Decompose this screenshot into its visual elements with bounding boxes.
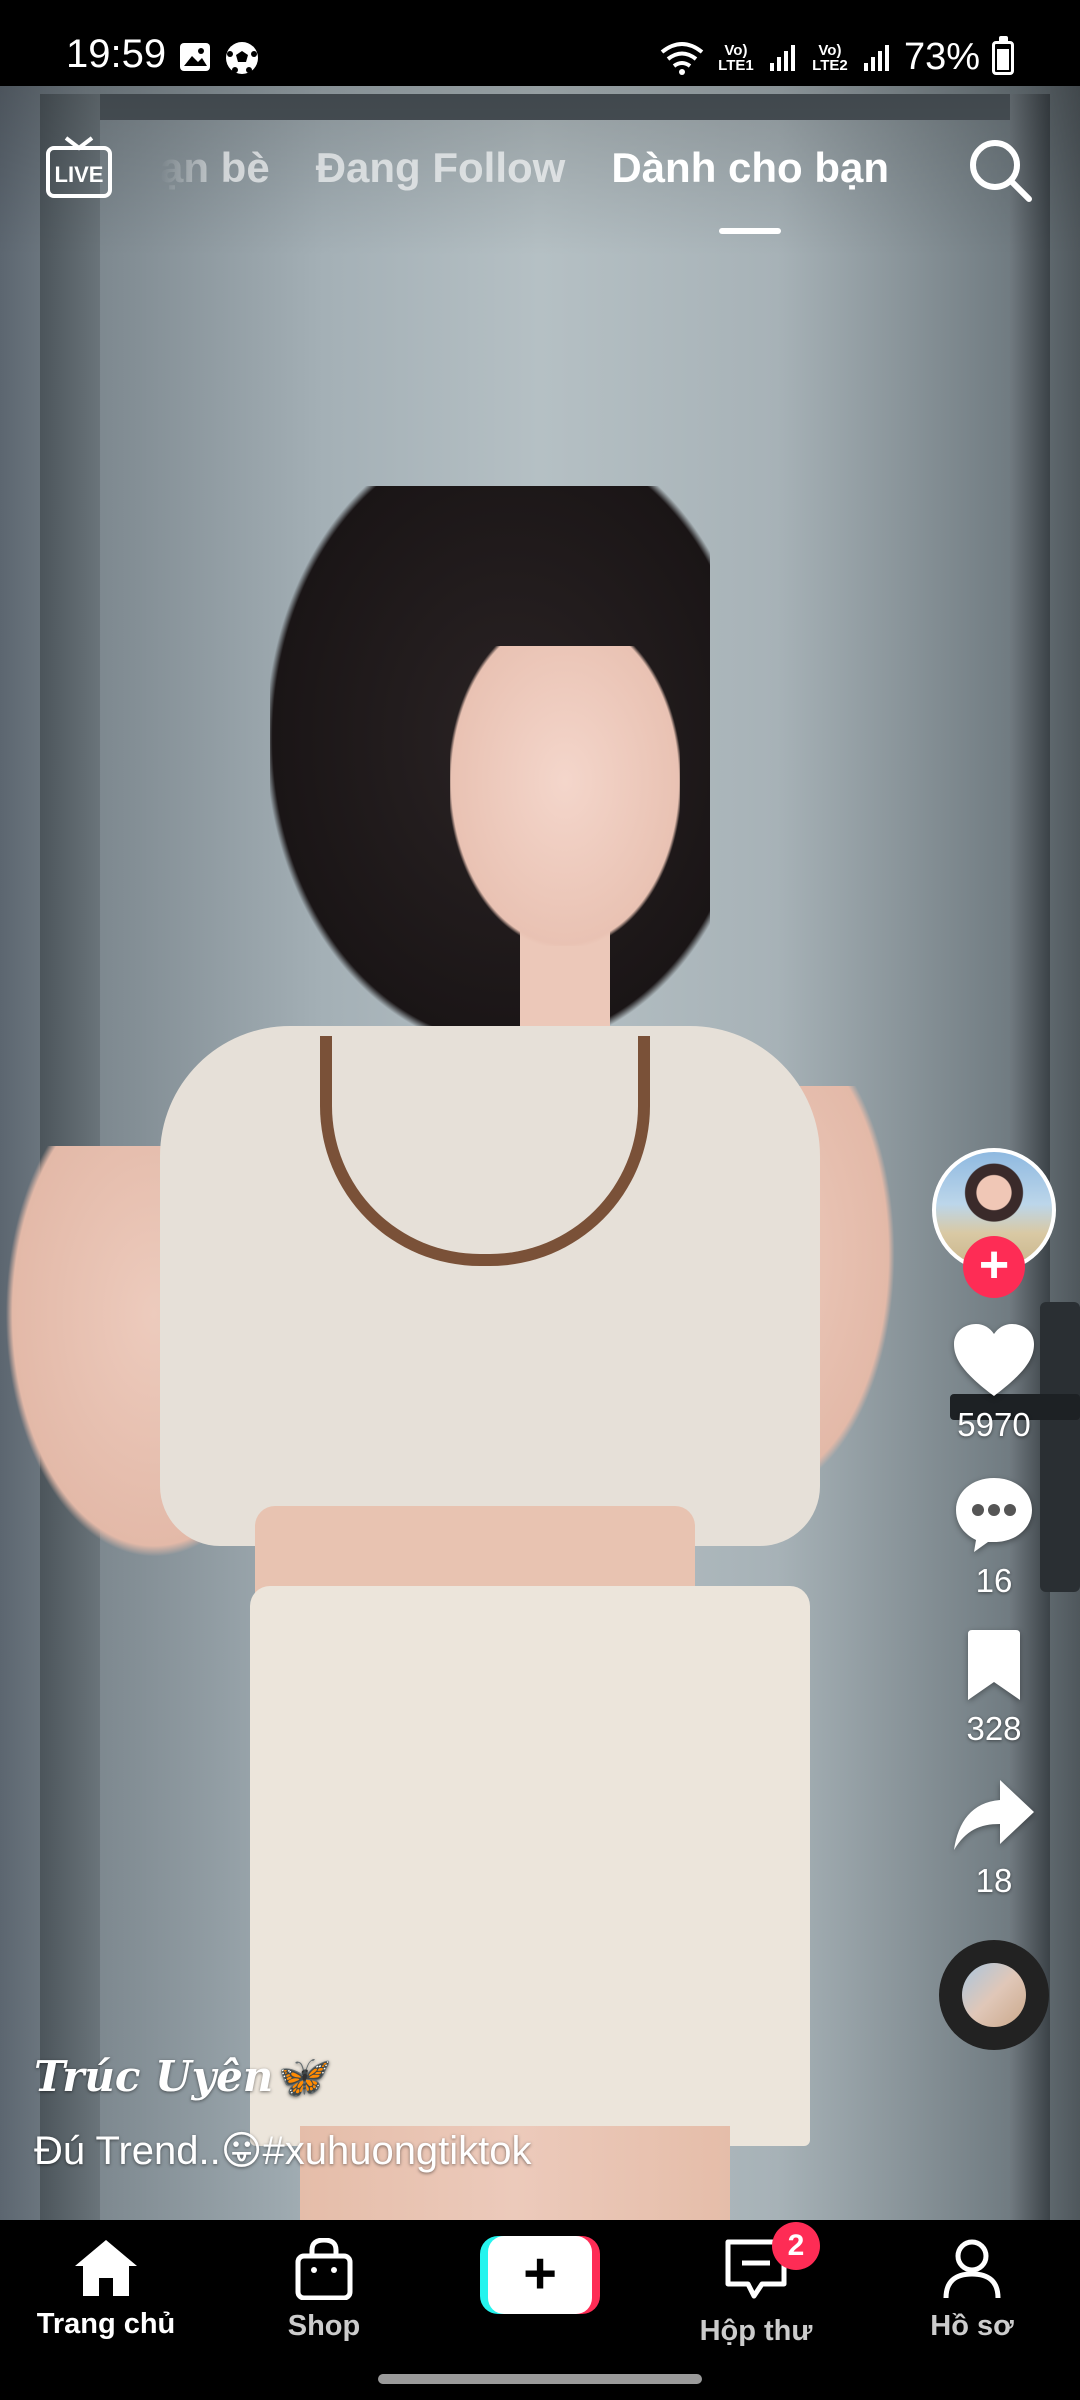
- top-nav: LIVE ạn bè Đang Follow Dành cho bạn: [0, 86, 1080, 256]
- comment-count: 16: [975, 1562, 1013, 1599]
- profile-person-icon: [943, 2239, 1001, 2299]
- signal-1-icon: [769, 44, 795, 71]
- nav-profile[interactable]: Hồ sơ: [882, 2238, 1062, 2343]
- bookmark-icon[interactable]: [962, 1630, 1026, 1702]
- like-count: 5970: [957, 1406, 1031, 1443]
- action-column: + 5970 16 328 18: [930, 1148, 1058, 2050]
- tab-following[interactable]: Đang Follow: [316, 144, 566, 192]
- creator-avatar-wrap[interactable]: +: [932, 1148, 1056, 1298]
- tab-for-you[interactable]: Dành cho bạn: [611, 144, 889, 192]
- wifi-icon: [660, 41, 704, 75]
- create-button[interactable]: +: [480, 2236, 600, 2314]
- caption-text[interactable]: Đú Trend..😛#xuhuongtiktok: [34, 2128, 894, 2174]
- like-action[interactable]: 5970: [952, 1322, 1036, 1444]
- nav-home[interactable]: Trang chủ: [16, 2238, 196, 2341]
- nav-inbox-label: Hộp thư: [699, 2315, 813, 2347]
- shopping-bag-icon: [295, 2238, 353, 2300]
- nav-shop[interactable]: Shop: [234, 2238, 414, 2343]
- home-icon: [75, 2240, 137, 2296]
- video-caption: Trúc Uyên🦋 Đú Trend..😛#xuhuongtiktok: [34, 2052, 894, 2174]
- bookmark-action[interactable]: 328: [962, 1630, 1026, 1748]
- inbox-badge: 2: [772, 2222, 820, 2270]
- home-indicator[interactable]: [378, 2374, 702, 2384]
- nav-home-label: Trang chủ: [36, 2308, 176, 2340]
- signal-2-icon: [863, 44, 889, 71]
- gallery-icon: [180, 43, 210, 71]
- music-disc-cover: [962, 1963, 1026, 2027]
- share-action[interactable]: 18: [952, 1778, 1036, 1900]
- follow-button[interactable]: +: [963, 1236, 1025, 1298]
- status-time: 19:59: [66, 32, 167, 76]
- create-plus-icon: +: [488, 2236, 592, 2314]
- nav-profile-label: Hồ sơ: [930, 2310, 1014, 2342]
- tab-friends[interactable]: ạn bè: [160, 144, 270, 192]
- lte1-label: Vo) LTE1: [718, 41, 754, 74]
- share-count: 18: [975, 1862, 1013, 1899]
- search-icon[interactable]: [966, 136, 1034, 204]
- comment-action[interactable]: 16: [952, 1474, 1036, 1600]
- battery-icon: [992, 35, 1014, 75]
- nav-shop-label: Shop: [287, 2310, 361, 2342]
- video-player[interactable]: [0, 86, 1080, 2220]
- nav-inbox[interactable]: 2 Hộp thư: [666, 2222, 846, 2348]
- status-right-icons: Vo) LTE1 Vo) LTE2 73%: [660, 35, 1014, 79]
- bottom-nav: Trang chủ Shop + 2 Hộp thư Hồ sơ: [0, 2220, 1080, 2400]
- feed-tabs: ạn bè Đang Follow Dành cho bạn: [160, 144, 889, 192]
- soccer-ball-icon: [226, 42, 258, 74]
- live-label: LIVE: [55, 162, 104, 187]
- music-disc[interactable]: [939, 1940, 1049, 2050]
- live-tv-icon[interactable]: LIVE: [44, 136, 114, 200]
- person-face: [450, 646, 680, 946]
- status-bar: 19:59 Vo) LTE1 Vo) LTE2 73%: [0, 0, 1080, 86]
- bookmark-count: 328: [966, 1710, 1022, 1747]
- share-arrow-icon[interactable]: [952, 1778, 1036, 1854]
- heart-icon[interactable]: [952, 1322, 1036, 1398]
- creator-username[interactable]: Trúc Uyên🦋: [34, 2052, 894, 2102]
- battery-percent: 73%: [903, 36, 980, 78]
- status-notification-icons: [178, 40, 260, 76]
- lte2-label: Vo) LTE2: [812, 41, 848, 74]
- comment-icon[interactable]: [952, 1474, 1036, 1554]
